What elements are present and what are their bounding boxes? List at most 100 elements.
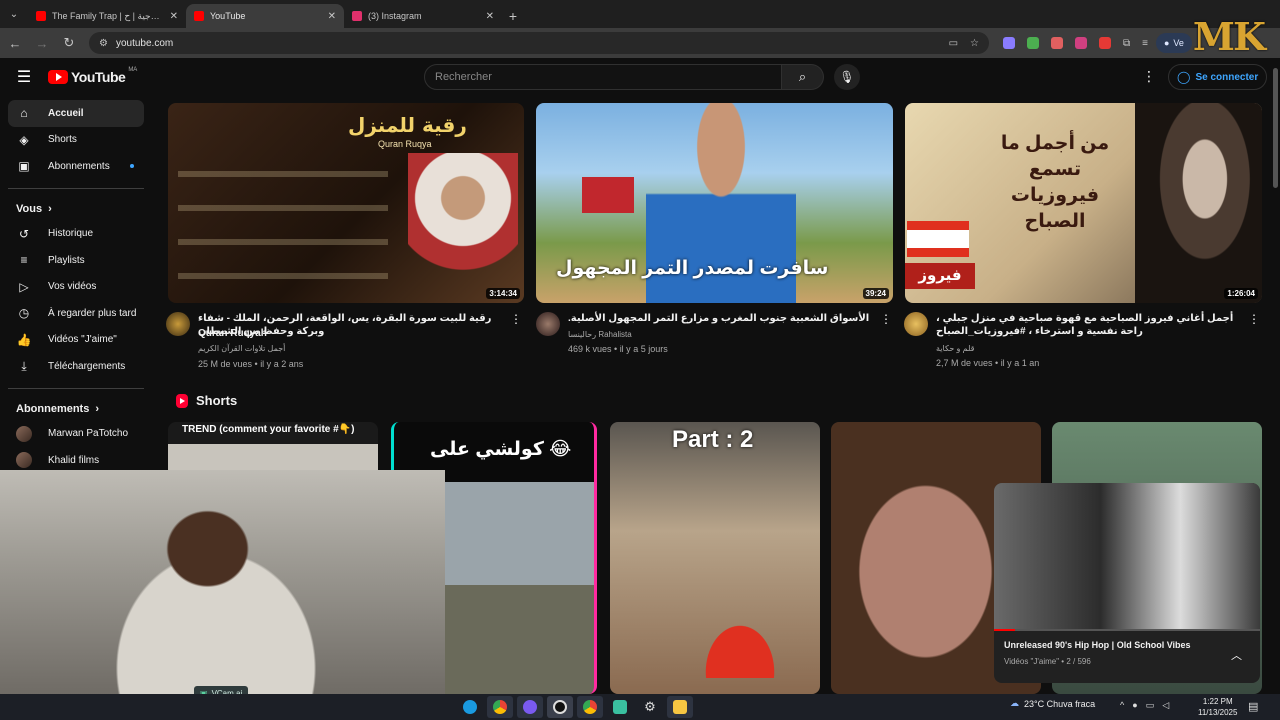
channel-name[interactable]: قلم و حكاية xyxy=(936,344,974,353)
mini-player-subtitle: Vidéos "J'aime" • 2 / 596 xyxy=(1004,657,1091,666)
upload-age: il y a 5 jours xyxy=(619,344,668,354)
mini-player-progress[interactable] xyxy=(994,629,1260,631)
download-icon: ⤓ xyxy=(21,358,27,373)
sidebar-item-shorts[interactable]: ◈ Shorts xyxy=(8,127,144,154)
back-icon[interactable]: ← xyxy=(3,31,27,55)
tab-close-icon[interactable]: ✕ xyxy=(486,11,494,22)
sidebar-item-home[interactable]: ⌂ Accueil xyxy=(8,100,144,127)
channel-name[interactable]: Quran Ruqyah xyxy=(198,328,267,339)
search-input[interactable]: Rechercher xyxy=(424,64,782,90)
shorts-icon xyxy=(176,393,188,408)
youtube-favicon-icon xyxy=(36,11,46,21)
windows-taskbar: ⚙ ☁ 23°C Chuva fraca ^ ● ▭ ◁ 1:22 PM 11/… xyxy=(0,694,1280,720)
sidebar-item-downloads[interactable]: ⤓ Téléchargements xyxy=(8,353,144,380)
sidebar-item-watch-later[interactable]: ◷ À regarder plus tard xyxy=(8,300,144,327)
taskbar-clock[interactable]: 1:22 PM 11/13/2025 xyxy=(1198,696,1237,718)
taskbar-vcam-icon[interactable] xyxy=(607,696,633,718)
sidebar-section-subscriptions[interactable]: Abonnements › xyxy=(0,397,152,421)
taskbar-chrome-icon[interactable] xyxy=(487,696,513,718)
sidebar-section-you[interactable]: Vous › xyxy=(0,197,152,221)
tray-microphone-icon[interactable]: ● xyxy=(1132,700,1137,711)
browser-tab[interactable]: The Family Trap | الكارما الزوجية | ح ✕ xyxy=(28,4,186,28)
sidebar-item-label: Vos vidéos xyxy=(48,281,97,293)
microphone-icon[interactable]: 🎙 xyxy=(834,64,860,90)
tab-title: (3) Instagram xyxy=(368,11,422,21)
more-options-icon[interactable]: ⋮ xyxy=(1248,312,1260,326)
like-icon: 👍 xyxy=(16,332,32,347)
extension-icon[interactable] xyxy=(1099,37,1111,49)
video-thumbnail[interactable]: من أجمل ما تسمع فيروزيات الصباح فيروز 1:… xyxy=(905,103,1262,303)
sidebar-subscription[interactable]: Marwan PaTotcho xyxy=(8,421,144,448)
sidebar-item-playlists[interactable]: ≡ Playlists xyxy=(8,247,144,274)
system-tray: ^ ● ▭ ◁ xyxy=(1120,700,1169,711)
video-title[interactable]: الأسواق الشعبية جنوب المغرب و مزارع التم… xyxy=(568,312,878,325)
sidebar-item-your-videos[interactable]: ▷ Vos vidéos xyxy=(8,274,144,301)
mini-player[interactable]: Unreleased 90's Hip Hop | Old School Vib… xyxy=(994,483,1260,683)
forward-icon[interactable]: → xyxy=(30,31,54,55)
extension-icon[interactable] xyxy=(1027,37,1039,49)
home-icon: ⌂ xyxy=(20,106,28,121)
browser-tab[interactable]: (3) Instagram ✕ xyxy=(344,4,502,28)
tray-network-icon[interactable]: ▭ xyxy=(1146,700,1155,711)
address-bar[interactable]: ⚙ youtube.com ▭ ☆ xyxy=(89,32,989,54)
tab-search-button[interactable]: ⌄ xyxy=(0,0,28,28)
mini-player-video[interactable] xyxy=(994,483,1260,631)
scrollbar-thumb[interactable] xyxy=(1273,68,1278,188)
taskbar-skype-icon[interactable] xyxy=(457,696,483,718)
notification-icon[interactable]: ▤ xyxy=(1248,700,1258,713)
extension-icon[interactable] xyxy=(1003,37,1015,49)
sidebar-item-label: Playlists xyxy=(48,254,85,266)
sidebar-item-liked-videos[interactable]: 👍 Vidéos "J'aime" xyxy=(8,327,144,354)
extensions-puzzle-icon[interactable]: ⧉ xyxy=(1123,38,1130,49)
tagine-object xyxy=(700,618,780,678)
taskbar-settings-icon[interactable]: ⚙ xyxy=(637,696,663,718)
tray-volume-icon[interactable]: ◁ xyxy=(1162,700,1169,711)
taskbar-chrome-icon[interactable] xyxy=(577,696,603,718)
view-count: 2,7 M de vues xyxy=(936,358,993,368)
taskbar-weather[interactable]: ☁ 23°C Chuva fraca xyxy=(1010,698,1095,709)
channel-avatar[interactable] xyxy=(904,312,928,336)
tray-chevron-up-icon[interactable]: ^ xyxy=(1120,700,1124,711)
chevron-right-icon: › xyxy=(48,202,52,215)
channel-name[interactable]: رحالينسا Rahalista xyxy=(568,330,632,339)
browser-tab-active[interactable]: YouTube ✕ xyxy=(186,4,344,28)
sidebar-item-subscriptions[interactable]: ▣ Abonnements xyxy=(8,153,144,180)
more-options-icon[interactable]: ⋮ xyxy=(880,312,892,326)
search-icon[interactable]: ⌕ xyxy=(782,64,824,90)
video-thumbnail[interactable]: رقية للمنزل Quran Ruqya 3:14:34 xyxy=(168,103,524,303)
shorts-icon: ◈ xyxy=(19,132,29,147)
clock-date: 11/13/2025 xyxy=(1198,708,1238,717)
subscriptions-icon: ▣ xyxy=(18,159,30,174)
extension-icon[interactable] xyxy=(1051,37,1063,49)
channel-avatar[interactable] xyxy=(166,312,190,336)
youtube-logo[interactable]: YouTube MA xyxy=(48,67,137,85)
channel-avatar[interactable] xyxy=(536,312,560,336)
taskbar-file-explorer-icon[interactable] xyxy=(667,696,693,718)
page-scrollbar[interactable] xyxy=(1271,58,1280,694)
menu-icon[interactable]: ☰ xyxy=(0,67,48,87)
more-options-icon[interactable]: ⋮ xyxy=(1142,68,1156,85)
tab-close-icon[interactable]: ✕ xyxy=(328,11,336,22)
video-title[interactable]: أجمل أغاني فيروز الصباحية مع قهوة صباحية… xyxy=(936,312,1246,338)
clock-time: 1:22 PM xyxy=(1202,697,1233,706)
sign-in-button[interactable]: ◯ Se connecter xyxy=(1168,64,1268,90)
taskbar-app-icon[interactable] xyxy=(517,696,543,718)
reload-icon[interactable]: ↻ xyxy=(57,31,81,55)
cast-icon[interactable]: ▭ xyxy=(949,38,958,49)
tab-title: YouTube xyxy=(210,11,246,21)
chevron-up-icon[interactable]: ︿ xyxy=(1231,647,1242,663)
instagram-favicon-icon xyxy=(352,11,362,21)
short-card[interactable]: Part : 2 xyxy=(610,422,820,694)
profile-button[interactable]: ● Ve xyxy=(1155,33,1192,53)
site-info-icon[interactable]: ⚙ xyxy=(99,38,108,49)
bookmark-star-icon[interactable]: ☆ xyxy=(970,38,979,49)
reading-list-icon[interactable]: ≡ xyxy=(1142,38,1148,49)
extension-icon[interactable] xyxy=(1075,37,1087,49)
tab-close-icon[interactable]: ✕ xyxy=(170,11,178,22)
more-options-icon[interactable]: ⋮ xyxy=(510,312,522,326)
new-tab-button[interactable]: + xyxy=(502,4,524,28)
mini-player-title[interactable]: Unreleased 90's Hip Hop | Old School Vib… xyxy=(1004,640,1191,650)
video-thumbnail[interactable]: سافرت لمصدر التمر المجهول 39:24 xyxy=(536,103,893,303)
sidebar-item-history[interactable]: ↺ Historique xyxy=(8,221,144,248)
taskbar-obs-icon[interactable] xyxy=(547,696,573,718)
